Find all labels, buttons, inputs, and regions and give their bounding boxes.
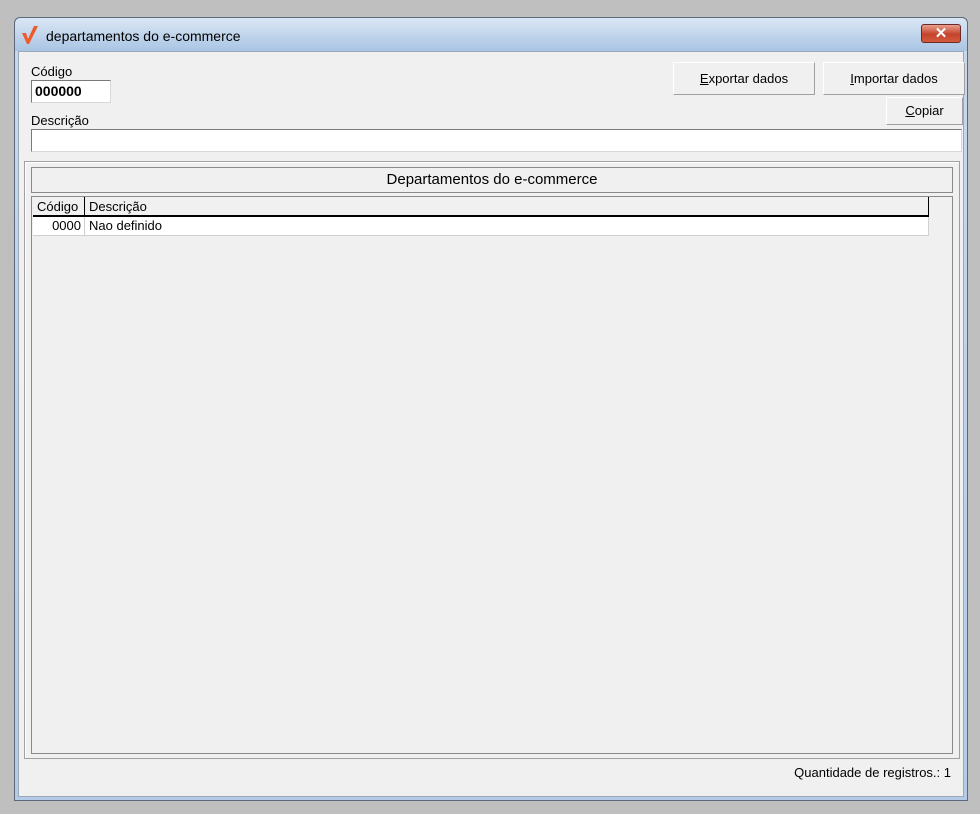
accesskey: E <box>699 71 709 86</box>
title-bar[interactable]: departamentos do e-commerce ✕ <box>15 18 967 51</box>
cell-codigo: 0000 <box>33 217 85 235</box>
app-logo-icon <box>22 26 38 44</box>
window-title: departamentos do e-commerce <box>46 28 241 44</box>
copiar-button[interactable]: Copiar <box>886 97 963 125</box>
exportar-dados-button[interactable]: Exportar dados <box>673 62 815 95</box>
record-count: Quantidade de registros.: 1 <box>794 765 951 780</box>
button-label: xportar dados <box>708 71 789 86</box>
departamentos-panel: Departamentos do e-commerce Código Descr… <box>24 161 960 759</box>
cell-descricao: Nao definido <box>89 218 162 233</box>
button-label: opiar <box>914 103 944 118</box>
close-button[interactable]: ✕ <box>921 24 961 43</box>
window-client-area: Código 000000 Descrição Exportar dados I… <box>18 51 965 797</box>
window: departamentos do e-commerce ✕ Código 000… <box>14 17 968 801</box>
button-label: mportar dados <box>853 71 938 86</box>
grid-header: Código Descrição <box>33 197 929 217</box>
column-header-descricao[interactable]: Descrição <box>85 197 925 216</box>
accesskey: C <box>905 103 915 118</box>
close-icon: ✕ <box>934 25 948 42</box>
codigo-input[interactable]: 000000 <box>31 80 111 103</box>
table-row[interactable]: 0000 Nao definido <box>33 217 929 236</box>
column-header-codigo[interactable]: Código <box>33 197 85 216</box>
descricao-input[interactable] <box>31 129 962 152</box>
panel-title: Departamentos do e-commerce <box>31 167 953 193</box>
importar-dados-button[interactable]: Importar dados <box>823 62 965 95</box>
codigo-label: Código <box>31 64 73 79</box>
departamentos-grid[interactable]: Código Descrição 0000 Nao definido <box>31 196 953 754</box>
descricao-label: Descrição <box>31 113 89 128</box>
